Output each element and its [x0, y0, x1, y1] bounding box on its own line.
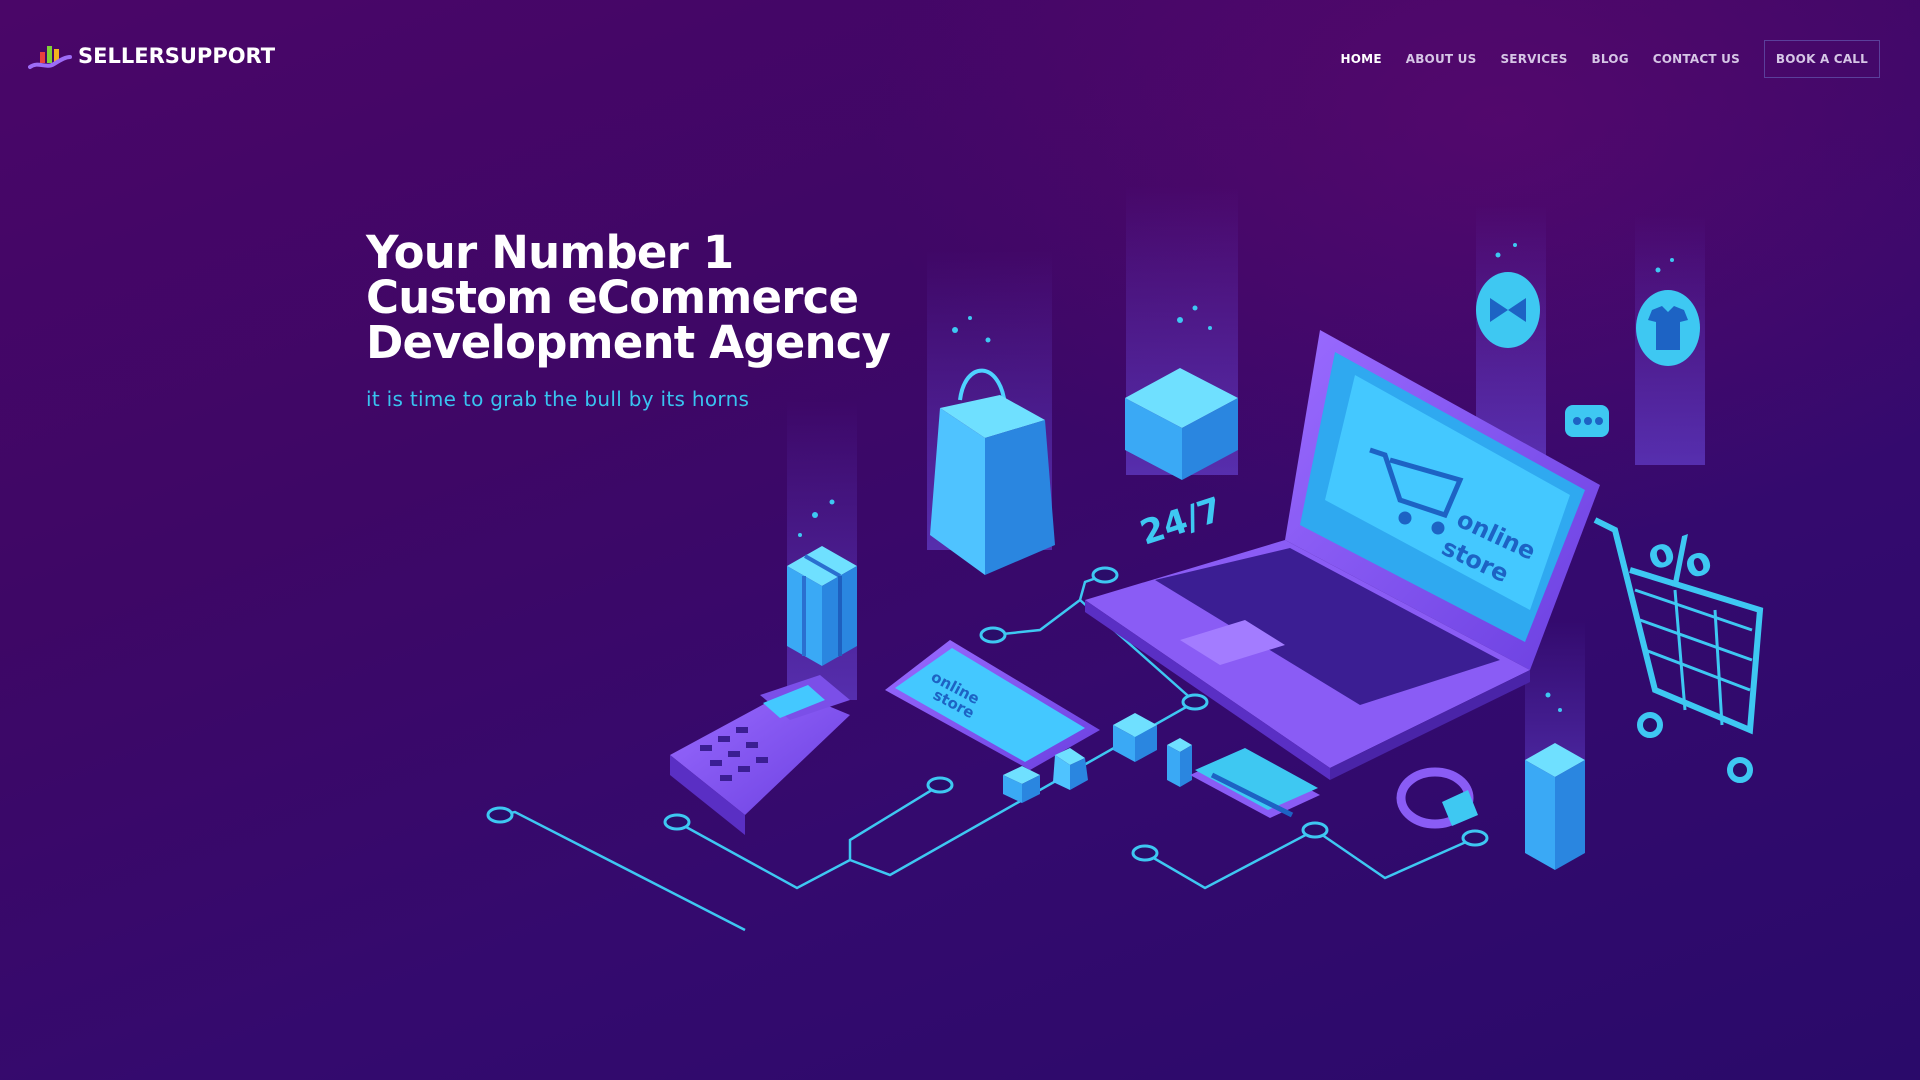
tshirt-icon — [1636, 290, 1700, 366]
bar-chart-swoosh-icon — [28, 46, 72, 69]
main-nav: HOME ABOUT US SERVICES BLOG CONTACT US B… — [1341, 40, 1880, 78]
gift-box-icon — [787, 546, 857, 666]
discount-percent-icon: % — [1642, 519, 1720, 603]
brand-logo[interactable]: SELLERSUPPORT — [28, 40, 275, 72]
nav-home[interactable]: HOME — [1341, 52, 1382, 66]
bow-tie-icon — [1476, 272, 1540, 348]
small-box-icon — [1003, 766, 1040, 803]
small-bag-icon — [1053, 748, 1088, 790]
nav-services[interactable]: SERVICES — [1500, 52, 1567, 66]
site-header: SELLERSUPPORT HOME ABOUT US SERVICES BLO… — [0, 0, 1920, 120]
small-column-icon — [1167, 738, 1192, 787]
chat-bubble-icon — [1565, 405, 1609, 437]
brand-name: SELLERSUPPORT — [78, 44, 276, 68]
nav-about-us[interactable]: ABOUT US — [1406, 52, 1477, 66]
smartwatch-icon — [1396, 767, 1478, 829]
tall-box-icon — [1525, 743, 1585, 870]
ecommerce-illustration: 24/7 online store % online store — [486, 185, 1764, 932]
nav-blog[interactable]: BLOG — [1592, 52, 1629, 66]
book-a-call-button[interactable]: BOOK A CALL — [1763, 40, 1880, 78]
availability-label: 24/7 — [1135, 490, 1227, 554]
nav-contact-us[interactable]: CONTACT US — [1653, 52, 1740, 66]
card-terminal-icon — [670, 675, 850, 835]
small-gift-icon — [1113, 713, 1157, 762]
